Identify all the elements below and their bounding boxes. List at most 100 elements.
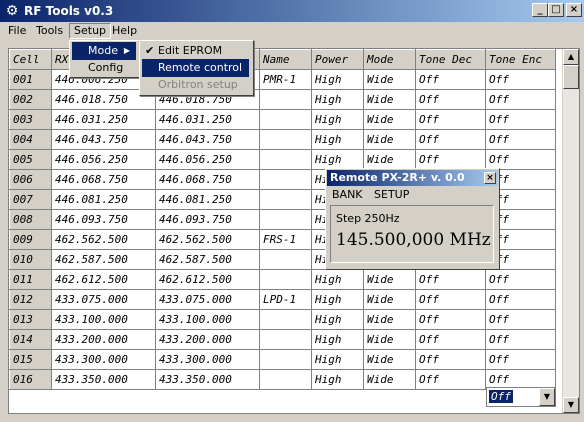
table-cell[interactable]: Wide (363, 369, 416, 390)
table-cell[interactable]: Wide (363, 149, 416, 170)
table-cell[interactable]: Off (415, 309, 486, 330)
cell-number[interactable]: 005 (9, 149, 52, 170)
table-cell[interactable]: Off (485, 89, 556, 110)
table-cell[interactable]: High (311, 269, 364, 290)
table-cell[interactable]: 433.100.000 (155, 309, 260, 330)
cell-number[interactable]: 006 (9, 169, 52, 190)
table-cell[interactable] (259, 329, 312, 350)
table-cell[interactable]: PMR-1 (259, 69, 312, 90)
table-cell[interactable]: Off (415, 289, 486, 310)
table-cell[interactable]: Off (485, 129, 556, 150)
cell-number[interactable]: 011 (9, 269, 52, 290)
table-cell[interactable]: Off (415, 109, 486, 130)
table-cell[interactable]: 462.587.500 (51, 249, 156, 270)
scroll-up-icon[interactable]: ▲ (563, 49, 579, 65)
table-cell[interactable]: Off (415, 69, 486, 90)
close-button[interactable]: × (566, 3, 582, 17)
cell-number[interactable]: 004 (9, 129, 52, 150)
table-cell[interactable]: 446.056.250 (155, 149, 260, 170)
table-cell[interactable]: High (311, 149, 364, 170)
table-cell[interactable]: 446.081.250 (155, 189, 260, 210)
table-cell[interactable]: 433.075.000 (155, 289, 260, 310)
table-cell[interactable]: Off (485, 109, 556, 130)
menu-item-remote-control[interactable]: Remote control (142, 59, 249, 77)
close-icon[interactable]: × (484, 172, 496, 184)
table-cell[interactable]: Off (415, 349, 486, 370)
table-cell[interactable] (259, 149, 312, 170)
table-cell[interactable] (259, 349, 312, 370)
cell-number[interactable]: 001 (9, 69, 52, 90)
table-cell[interactable]: High (311, 129, 364, 150)
cell-number[interactable]: 010 (9, 249, 52, 270)
table-row[interactable]: 005 446.056.250 446.056.250 High Wide Off Off (9, 149, 556, 170)
cell-number[interactable]: 008 (9, 209, 52, 230)
tone-enc-combo[interactable]: Off ▼ (486, 387, 556, 407)
table-cell[interactable] (259, 129, 312, 150)
column-header[interactable]: Name (259, 49, 312, 70)
table-row[interactable]: 011 462.612.500 462.612.500 High Wide Off Off (9, 269, 556, 290)
table-cell[interactable]: LPD-1 (259, 289, 312, 310)
menu-file[interactable]: File (4, 23, 30, 39)
table-cell[interactable]: 433.100.000 (51, 309, 156, 330)
cell-number[interactable]: 015 (9, 349, 52, 370)
table-cell[interactable]: 462.587.500 (155, 249, 260, 270)
maximize-button[interactable]: □ (548, 3, 564, 17)
cell-number[interactable]: 012 (9, 289, 52, 310)
column-header[interactable]: Power (311, 49, 364, 70)
cell-number[interactable]: 009 (9, 229, 52, 250)
table-cell[interactable]: 433.075.000 (51, 289, 156, 310)
table-cell[interactable] (259, 89, 312, 110)
table-cell[interactable]: 462.612.500 (155, 269, 260, 290)
column-header[interactable]: Cell (9, 49, 52, 70)
table-row[interactable]: 003 446.031.250 446.031.250 High Wide Off Off (9, 109, 556, 130)
table-row[interactable]: 013 433.100.000 433.100.000 High Wide Off Off (9, 309, 556, 330)
table-cell[interactable]: 446.031.250 (51, 109, 156, 130)
table-cell[interactable]: 446.081.250 (51, 189, 156, 210)
table-cell[interactable]: Wide (363, 309, 416, 330)
table-cell[interactable] (259, 309, 312, 330)
table-cell[interactable]: Off (415, 89, 486, 110)
menu-tools[interactable]: Tools (32, 23, 67, 39)
menu-item-edit-eprom[interactable]: ✔ Edit EPROM (142, 42, 249, 60)
table-cell[interactable]: FRS-1 (259, 229, 312, 250)
cell-number[interactable]: 002 (9, 89, 52, 110)
table-cell[interactable] (259, 369, 312, 390)
table-cell[interactable]: 446.068.750 (51, 169, 156, 190)
table-cell[interactable]: Off (485, 309, 556, 330)
vertical-scrollbar[interactable]: ▲ ▼ (562, 49, 579, 413)
table-cell[interactable] (259, 189, 312, 210)
table-cell[interactable]: High (311, 349, 364, 370)
table-cell[interactable]: Wide (363, 349, 416, 370)
menu-setup-remote[interactable]: SETUP (374, 188, 409, 201)
table-cell[interactable]: Off (485, 149, 556, 170)
table-cell[interactable]: Off (415, 149, 486, 170)
table-cell[interactable]: Off (485, 329, 556, 350)
column-header[interactable]: Tone Enc (485, 49, 556, 70)
table-cell[interactable]: 433.300.000 (51, 349, 156, 370)
table-cell[interactable]: High (311, 89, 364, 110)
table-row[interactable]: 004 446.043.750 446.043.750 High Wide Off Off (9, 129, 556, 150)
table-cell[interactable]: Wide (363, 89, 416, 110)
table-row[interactable]: 014 433.200.000 433.200.000 High Wide Off Off (9, 329, 556, 350)
table-cell[interactable]: High (311, 329, 364, 350)
table-cell[interactable]: Off (415, 369, 486, 390)
minimize-button[interactable]: _ (532, 3, 548, 17)
column-header[interactable]: Tone Dec (415, 49, 486, 70)
table-cell[interactable]: 446.068.750 (155, 169, 260, 190)
menu-setup[interactable]: Setup (69, 23, 112, 39)
table-cell[interactable]: Wide (363, 329, 416, 350)
table-cell[interactable]: 462.562.500 (51, 229, 156, 250)
cell-number[interactable]: 016 (9, 369, 52, 390)
cell-number[interactable]: 007 (9, 189, 52, 210)
table-cell[interactable]: Off (415, 329, 486, 350)
table-row[interactable]: 012 433.075.000 433.075.000 LPD-1 High Wide Of… (9, 289, 556, 310)
table-cell[interactable]: High (311, 109, 364, 130)
table-cell[interactable]: Wide (363, 109, 416, 130)
menu-item-config[interactable]: Config (72, 59, 136, 77)
table-cell[interactable]: 446.043.750 (51, 129, 156, 150)
table-cell[interactable]: 446.031.250 (155, 109, 260, 130)
table-cell[interactable] (259, 169, 312, 190)
table-cell[interactable] (259, 109, 312, 130)
table-cell[interactable]: High (311, 309, 364, 330)
table-cell[interactable]: Off (485, 269, 556, 290)
